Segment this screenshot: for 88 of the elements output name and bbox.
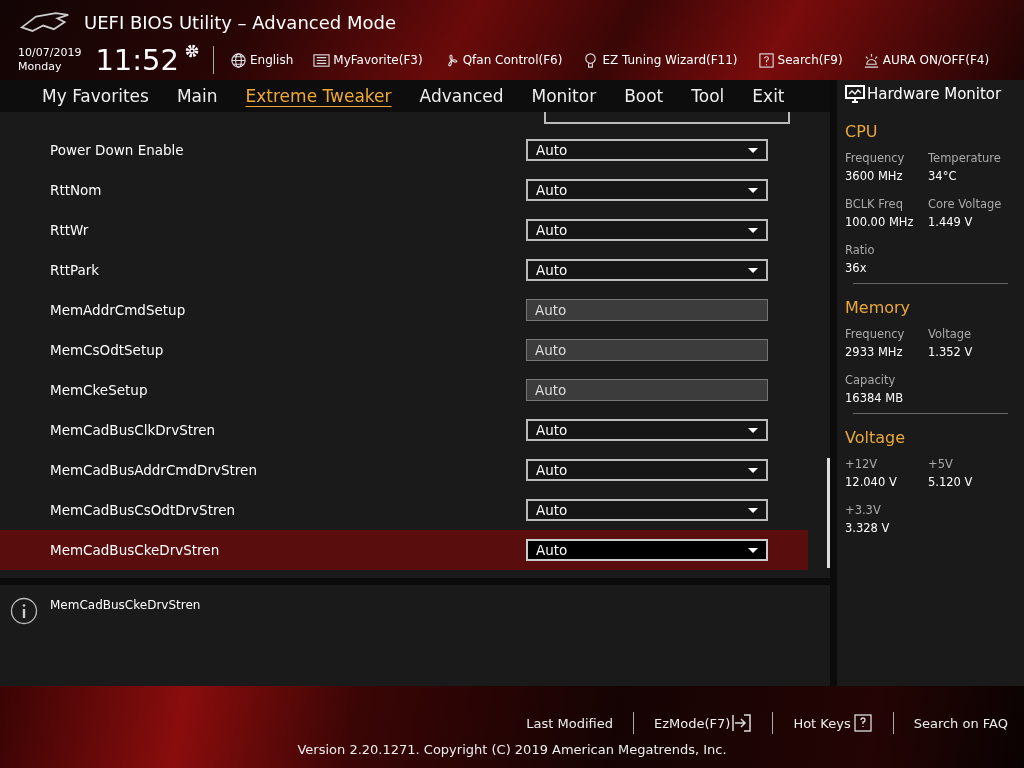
day-text: Monday — [18, 60, 63, 74]
help-icon — [757, 51, 775, 69]
reading-label: +12V — [845, 457, 879, 471]
menu-tab[interactable]: My Favorites — [30, 86, 161, 106]
reading-value: 1.449 V — [928, 215, 974, 229]
toolbar-button[interactable]: Qfan Control(F6) — [438, 51, 567, 69]
dropdown[interactable]: Auto — [526, 459, 768, 481]
reading-label: +3.3V — [845, 503, 882, 517]
reading-label: Voltage — [928, 327, 973, 341]
reading-value: 3600 MHz — [845, 169, 904, 183]
dropdown[interactable]: Auto — [526, 179, 768, 201]
help-text: MemCadBusCkeDrvStren — [50, 598, 201, 612]
dropdown[interactable]: Auto — [526, 139, 768, 161]
reading-value: 3.328 V — [845, 521, 891, 535]
readonly-field: Auto — [526, 339, 768, 361]
toolbar-button[interactable]: EZ Tuning Wizard(F11) — [578, 51, 742, 69]
setting-row[interactable]: RttPark Auto — [0, 250, 808, 290]
caret-icon — [748, 427, 758, 433]
exit-icon — [732, 714, 753, 732]
footer-link[interactable]: Hot Keys — [787, 713, 879, 733]
caret-icon — [748, 507, 758, 513]
info-icon — [10, 597, 38, 625]
reading-value: 2933 MHz — [845, 345, 904, 359]
menu-tab[interactable]: Boot — [612, 86, 676, 106]
settings-icon[interactable] — [183, 42, 201, 60]
reading-value: 100.00 MHz — [845, 215, 915, 229]
menu-tab[interactable]: Monitor — [519, 86, 609, 106]
reading-label: Capacity — [845, 373, 897, 387]
menu-tab[interactable]: Main — [164, 86, 230, 106]
caret-icon — [748, 147, 758, 153]
menu-tab[interactable]: Tool — [679, 86, 737, 106]
reading-value: 16384 MB — [845, 391, 905, 405]
dropdown[interactable]: Auto — [526, 219, 768, 241]
footer-link[interactable]: Last Modified — [520, 714, 619, 732]
setting-row[interactable]: RttWr Auto — [0, 210, 808, 250]
scrollbar[interactable] — [827, 458, 830, 568]
reading-value: 1.352 V — [928, 345, 974, 359]
caret-icon — [748, 547, 758, 553]
reading-label: Temperature — [928, 151, 1002, 165]
reading-value: 34°C — [928, 169, 958, 183]
reading-value: 12.040 V — [845, 475, 898, 489]
dropdown[interactable]: Auto — [526, 259, 768, 281]
setting-row[interactable]: RttNom Auto — [0, 170, 808, 210]
globe-icon — [230, 51, 247, 69]
reading-label: Core Voltage — [928, 197, 1003, 211]
toolbar-button[interactable]: AURA ON/OFF(F4) — [858, 51, 994, 69]
light-icon — [862, 51, 880, 69]
caret-icon — [748, 187, 758, 193]
reading-label: BCLK Freq — [845, 197, 904, 211]
panel-title: Hardware Monitor — [867, 85, 1002, 103]
toolbar-button[interactable]: MyFavorite(F3) — [309, 51, 427, 69]
reading-label: +5V — [928, 457, 954, 471]
reading-label: Frequency — [845, 327, 906, 341]
list-icon — [313, 51, 331, 69]
dropdown[interactable]: Auto — [526, 539, 768, 561]
caret-icon — [748, 467, 758, 473]
footer-link[interactable]: EzMode(F7) — [648, 713, 759, 733]
clock-time: 11:52 — [95, 43, 179, 77]
menu-tab[interactable]: Advanced — [407, 86, 516, 106]
setting-row[interactable]: MemCadBusClkDrvStren Auto — [0, 410, 808, 450]
section-title: Memory — [845, 298, 912, 317]
setting-row[interactable]: MemCadBusCkeDrvStren Auto — [0, 530, 808, 570]
date-text: 10/07/2019 — [18, 46, 82, 60]
reading-label: Ratio — [845, 243, 876, 257]
readonly-field: Auto — [526, 299, 768, 321]
setting-row[interactable]: MemCadBusCsOdtDrvStren Auto — [0, 490, 808, 530]
reading-value: 36x — [845, 261, 868, 275]
window-title: UEFI BIOS Utility – Advanced Mode — [84, 11, 396, 33]
reading-value: 5.120 V — [928, 475, 974, 489]
dropdown[interactable]: Auto — [526, 419, 768, 441]
section-title: CPU — [845, 122, 879, 141]
copyright-text: Version 2.20.1271. Copyright (C) 2019 American Megatrends, Inc. — [297, 742, 727, 757]
menu-tab[interactable]: Extreme Tweaker — [233, 86, 404, 106]
setting-row[interactable]: Power Down Enable Auto — [0, 130, 808, 170]
toolbar-button[interactable]: Search(F9) — [753, 51, 847, 69]
section-title: Voltage — [845, 428, 906, 447]
reading-label: Frequency — [845, 151, 906, 165]
monitor-icon — [845, 85, 865, 103]
caret-icon — [748, 267, 758, 273]
dropdown[interactable]: Auto — [526, 499, 768, 521]
caret-icon — [748, 227, 758, 233]
menu-tab[interactable]: Exit — [740, 86, 797, 106]
logo-icon — [20, 9, 70, 35]
readonly-field: Auto — [526, 379, 768, 401]
help-icon — [852, 714, 873, 732]
footer-link[interactable]: Search on FAQ — [907, 714, 1014, 732]
setting-row[interactable]: MemCadBusAddrCmdDrvStren Auto — [0, 450, 808, 490]
toolbar-button[interactable]: English — [226, 51, 298, 69]
